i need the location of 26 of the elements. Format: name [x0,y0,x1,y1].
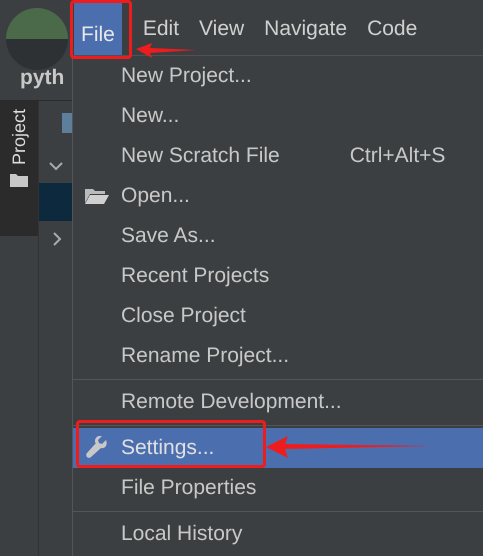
menu-item[interactable]: Close Project [73,296,483,336]
menu-item[interactable]: New Project... [73,56,483,96]
project-name: pyth [20,65,66,91]
module-icon [62,113,72,133]
menu-bar-item[interactable]: Navigate [257,0,354,42]
chevron-down-icon[interactable] [48,161,64,171]
menu-item[interactable]: Settings... [73,428,483,468]
menu-item[interactable]: New Scratch File Ctrl+Alt+S [73,136,483,176]
wrench-icon [85,436,109,460]
highlight-frame [70,0,132,59]
menu-item[interactable]: File Properties [73,468,483,508]
menu-item[interactable]: New... [73,96,483,136]
menu-item[interactable]: Rename Project... [73,336,483,376]
menu-bar-item[interactable]: File [74,0,122,55]
menu-item[interactable]: Remote Development... [73,382,483,422]
menu-bar-item[interactable]: View [192,0,252,42]
menu-item[interactable]: Recent Projects [73,256,483,296]
folder-icon [10,173,28,188]
menu-bar-item[interactable]: Edit [136,0,186,42]
shortcut-text: Ctrl+Alt+S [350,144,446,168]
menu-item[interactable]: Save As... [73,216,483,256]
menu-item[interactable]: Local History [73,514,483,554]
folder-open-icon [84,187,110,205]
chevron-right-icon[interactable] [52,231,62,247]
menu-bar-item[interactable]: Code [360,0,424,42]
menu-item[interactable]: Open... [73,176,483,216]
